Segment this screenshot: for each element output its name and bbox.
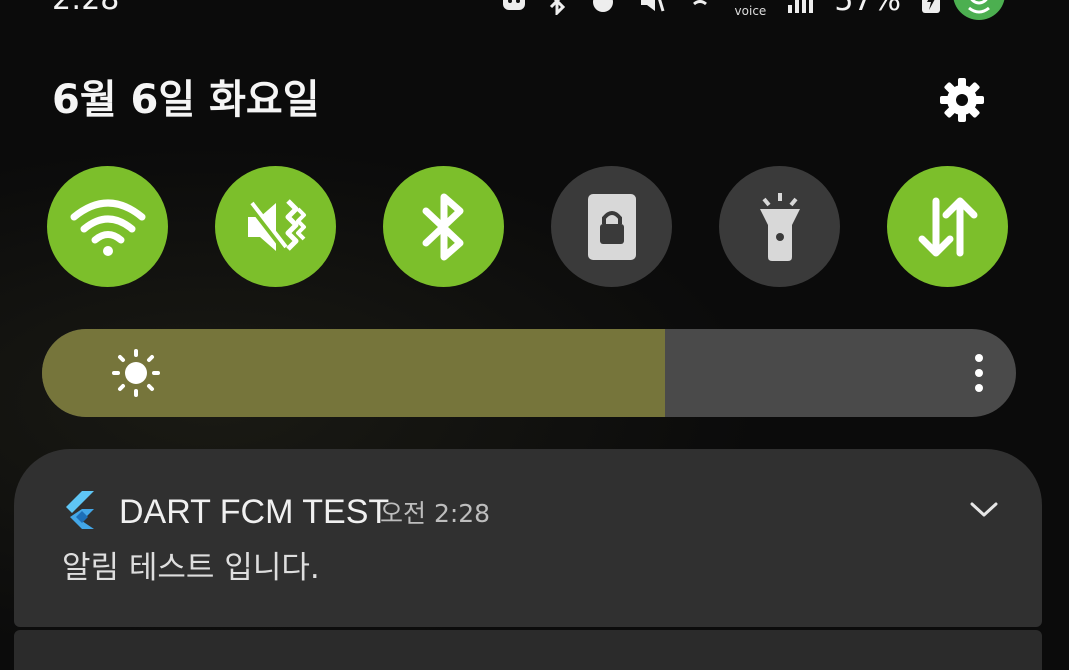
- tile-rotation-lock[interactable]: [551, 166, 672, 287]
- battery-charging-icon: [922, 0, 940, 13]
- notification-card[interactable]: DART FCM TEST 오전 2:28 알림 테스트 입니다.: [14, 449, 1042, 627]
- alarm-icon: [592, 0, 613, 12]
- battery-percent: 57%: [834, 0, 901, 18]
- notification-time: 오전 2:28: [380, 499, 491, 528]
- expand-button[interactable]: [966, 493, 1002, 527]
- voice-label: voice: [734, 4, 767, 18]
- wifi-icon: [70, 199, 145, 256]
- notification-body: 알림 테스트 입니다.: [62, 550, 320, 586]
- status-time: 2:28: [52, 0, 119, 18]
- signal-icon: [788, 0, 814, 13]
- notification-card-next[interactable]: [14, 630, 1042, 670]
- rotation-lock-icon: [587, 193, 636, 260]
- brightness-more-button[interactable]: [962, 349, 996, 397]
- notification-app-name: DART FCM TEST: [119, 493, 390, 531]
- tile-vibrate[interactable]: [215, 166, 336, 287]
- brightness-slider[interactable]: [42, 329, 1016, 417]
- wifi-status-icon: [692, 0, 707, 6]
- vibrate-icon: [247, 198, 306, 251]
- tile-mobile-data[interactable]: [887, 166, 1008, 287]
- gear-icon: [940, 78, 984, 122]
- sun-icon: [112, 349, 160, 397]
- tile-bluetooth[interactable]: [383, 166, 504, 287]
- date-label: 6월 6일 화요일: [52, 77, 320, 123]
- person-icon: [968, 0, 990, 14]
- status-bar: 2:28 voice 57%: [0, 0, 1069, 20]
- settings-button[interactable]: [936, 74, 988, 126]
- tile-wifi[interactable]: [47, 166, 168, 287]
- bluetooth-status-icon: [549, 0, 565, 15]
- app-notification-icon: [502, 0, 525, 10]
- flashlight-icon: [759, 192, 800, 261]
- notification-shade: 2:28 voice 57% 6월 6일 화요일: [0, 0, 1069, 670]
- more-vertical-icon: [975, 354, 983, 392]
- flutter-icon: [66, 491, 94, 529]
- mobile-data-icon: [918, 197, 977, 256]
- avatar[interactable]: [953, 0, 1005, 20]
- status-icons: voice 57%: [501, 0, 941, 18]
- chevron-down-icon: [970, 502, 998, 517]
- mute-status-icon: [640, 0, 664, 12]
- tile-flashlight[interactable]: [719, 166, 840, 287]
- bluetooth-icon: [422, 193, 463, 260]
- quick-settings-tiles: [47, 166, 1008, 288]
